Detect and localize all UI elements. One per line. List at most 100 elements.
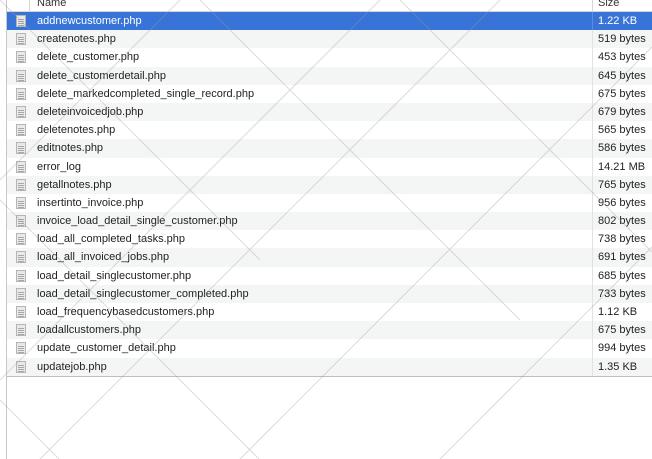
file-icon — [16, 87, 26, 100]
column-separator — [592, 30, 593, 49]
file-name: load_detail_singlecustomer_completed.php — [37, 287, 249, 300]
file-row[interactable]: deletenotes.php 565 bytes — [7, 121, 652, 140]
file-size: 14.21 MB — [598, 160, 646, 173]
file-name: getallnotes.php — [37, 178, 112, 191]
column-separator — [592, 157, 593, 176]
column-separator — [592, 266, 593, 285]
file-row[interactable]: load_all_invoiced_jobs.php 691 bytes — [7, 248, 652, 267]
file-icon — [16, 233, 26, 246]
file-name: load_frequencybasedcustomers.php — [37, 306, 215, 318]
file-size: 1.12 KB — [598, 306, 638, 318]
file-size: 994 bytes — [598, 342, 646, 355]
file-icon — [16, 15, 26, 27]
file-icon — [16, 324, 26, 337]
file-icon — [16, 306, 26, 318]
column-header: Name Size — [7, 0, 652, 12]
file-icon — [16, 178, 26, 191]
file-name: delete_markedcompleted_single_record.php — [37, 87, 255, 100]
file-row[interactable]: insertinto_invoice.php 956 bytes — [7, 193, 652, 213]
column-divider[interactable] — [592, 0, 593, 11]
column-separator — [592, 212, 593, 231]
file-row[interactable]: invoice_load_detail_single_customer.php 8… — [7, 212, 652, 231]
file-name: invoice_load_detail_single_customer.php — [37, 215, 238, 228]
file-size: 565 bytes — [598, 124, 646, 137]
file-size: 679 bytes — [598, 105, 646, 118]
column-separator — [592, 321, 593, 340]
file-name: loadallcustomers.php — [37, 324, 141, 337]
file-name: delete_customerdetail.php — [37, 69, 167, 82]
file-row[interactable]: getallnotes.php 765 bytes — [7, 175, 652, 194]
file-size: 519 bytes — [598, 33, 646, 46]
file-row[interactable]: delete_customerdetail.php 645 bytes — [7, 66, 652, 85]
file-icon — [16, 360, 26, 373]
file-icon — [16, 196, 26, 209]
file-row[interactable]: addnewcustomer.php 1.22 KB — [7, 12, 652, 31]
file-size: 685 bytes — [598, 269, 646, 282]
list-bottom-border — [7, 376, 652, 377]
file-name: updatejob.php — [37, 360, 107, 373]
column-separator — [592, 121, 593, 140]
column-separator — [592, 193, 593, 213]
file-name: addnewcustomer.php — [37, 15, 142, 27]
file-row[interactable]: load_detail_singlecustomer_completed.php… — [7, 284, 652, 303]
file-size: 453 bytes — [598, 51, 646, 64]
file-name: load_all_completed_tasks.php — [37, 233, 185, 246]
file-icon — [16, 287, 26, 300]
file-icon — [16, 160, 26, 173]
file-row[interactable]: updatejob.php 1.35 KB — [7, 357, 652, 376]
file-name: insertinto_invoice.php — [37, 196, 144, 209]
file-row[interactable]: update_customer_detail.php 994 bytes — [7, 339, 652, 358]
file-row[interactable]: load_detail_singlecustomer.php 685 bytes — [7, 266, 652, 285]
file-size: 1.22 KB — [598, 15, 638, 27]
file-size: 645 bytes — [598, 69, 646, 82]
file-name: load_all_invoiced_jobs.php — [37, 251, 170, 264]
column-separator — [592, 139, 593, 158]
file-icon — [16, 142, 26, 155]
file-icon — [16, 51, 26, 64]
size-column-header[interactable]: Size — [598, 0, 619, 9]
file-name: createnotes.php — [37, 33, 116, 46]
column-separator — [592, 48, 593, 67]
file-name: editnotes.php — [37, 142, 104, 155]
file-icon — [16, 342, 26, 355]
file-name: delete_customer.php — [37, 51, 140, 64]
column-separator — [592, 339, 593, 358]
file-size: 691 bytes — [598, 251, 646, 264]
file-row[interactable]: editnotes.php 586 bytes — [7, 139, 652, 158]
file-size: 956 bytes — [598, 196, 646, 209]
file-row[interactable]: load_frequencybasedcustomers.php 1.12 KB — [7, 303, 652, 322]
column-separator — [592, 303, 593, 322]
file-row[interactable]: load_all_completed_tasks.php 738 bytes — [7, 230, 652, 249]
file-name: deleteinvoicedjob.php — [37, 105, 144, 118]
file-icon — [16, 69, 26, 82]
column-separator — [592, 12, 593, 31]
file-row[interactable]: createnotes.php 519 bytes — [7, 30, 652, 49]
file-icon — [16, 33, 26, 46]
file-icon — [16, 215, 26, 228]
file-list: addnewcustomer.php 1.22 KB createnotes.php… — [7, 12, 652, 376]
name-column-header[interactable]: Name — [37, 0, 66, 9]
file-size: 765 bytes — [598, 178, 646, 191]
file-size: 586 bytes — [598, 142, 646, 155]
file-size: 1.35 KB — [598, 360, 638, 373]
file-row[interactable]: loadallcustomers.php 675 bytes — [7, 321, 652, 340]
file-size: 675 bytes — [598, 87, 646, 100]
file-row[interactable]: delete_markedcompleted_single_record.php… — [7, 84, 652, 103]
file-row[interactable]: delete_customer.php 453 bytes — [7, 48, 652, 67]
file-size: 738 bytes — [598, 233, 646, 246]
file-icon — [16, 124, 26, 137]
column-divider[interactable] — [29, 0, 30, 11]
column-separator — [592, 66, 593, 85]
column-separator — [592, 248, 593, 267]
file-icon — [16, 105, 26, 118]
file-row[interactable]: deleteinvoicedjob.php 679 bytes — [7, 102, 652, 122]
file-row[interactable]: error_log 14.21 MB — [7, 157, 652, 176]
file-size: 802 bytes — [598, 215, 646, 228]
file-icon — [16, 251, 26, 264]
file-browser: Name Size addnewcustomer.php 1.22 KB creat… — [0, 0, 652, 459]
file-size: 733 bytes — [598, 287, 646, 300]
file-name: load_detail_singlecustomer.php — [37, 269, 192, 282]
column-separator — [592, 175, 593, 194]
file-name: error_log — [37, 160, 82, 173]
column-separator — [592, 102, 593, 122]
